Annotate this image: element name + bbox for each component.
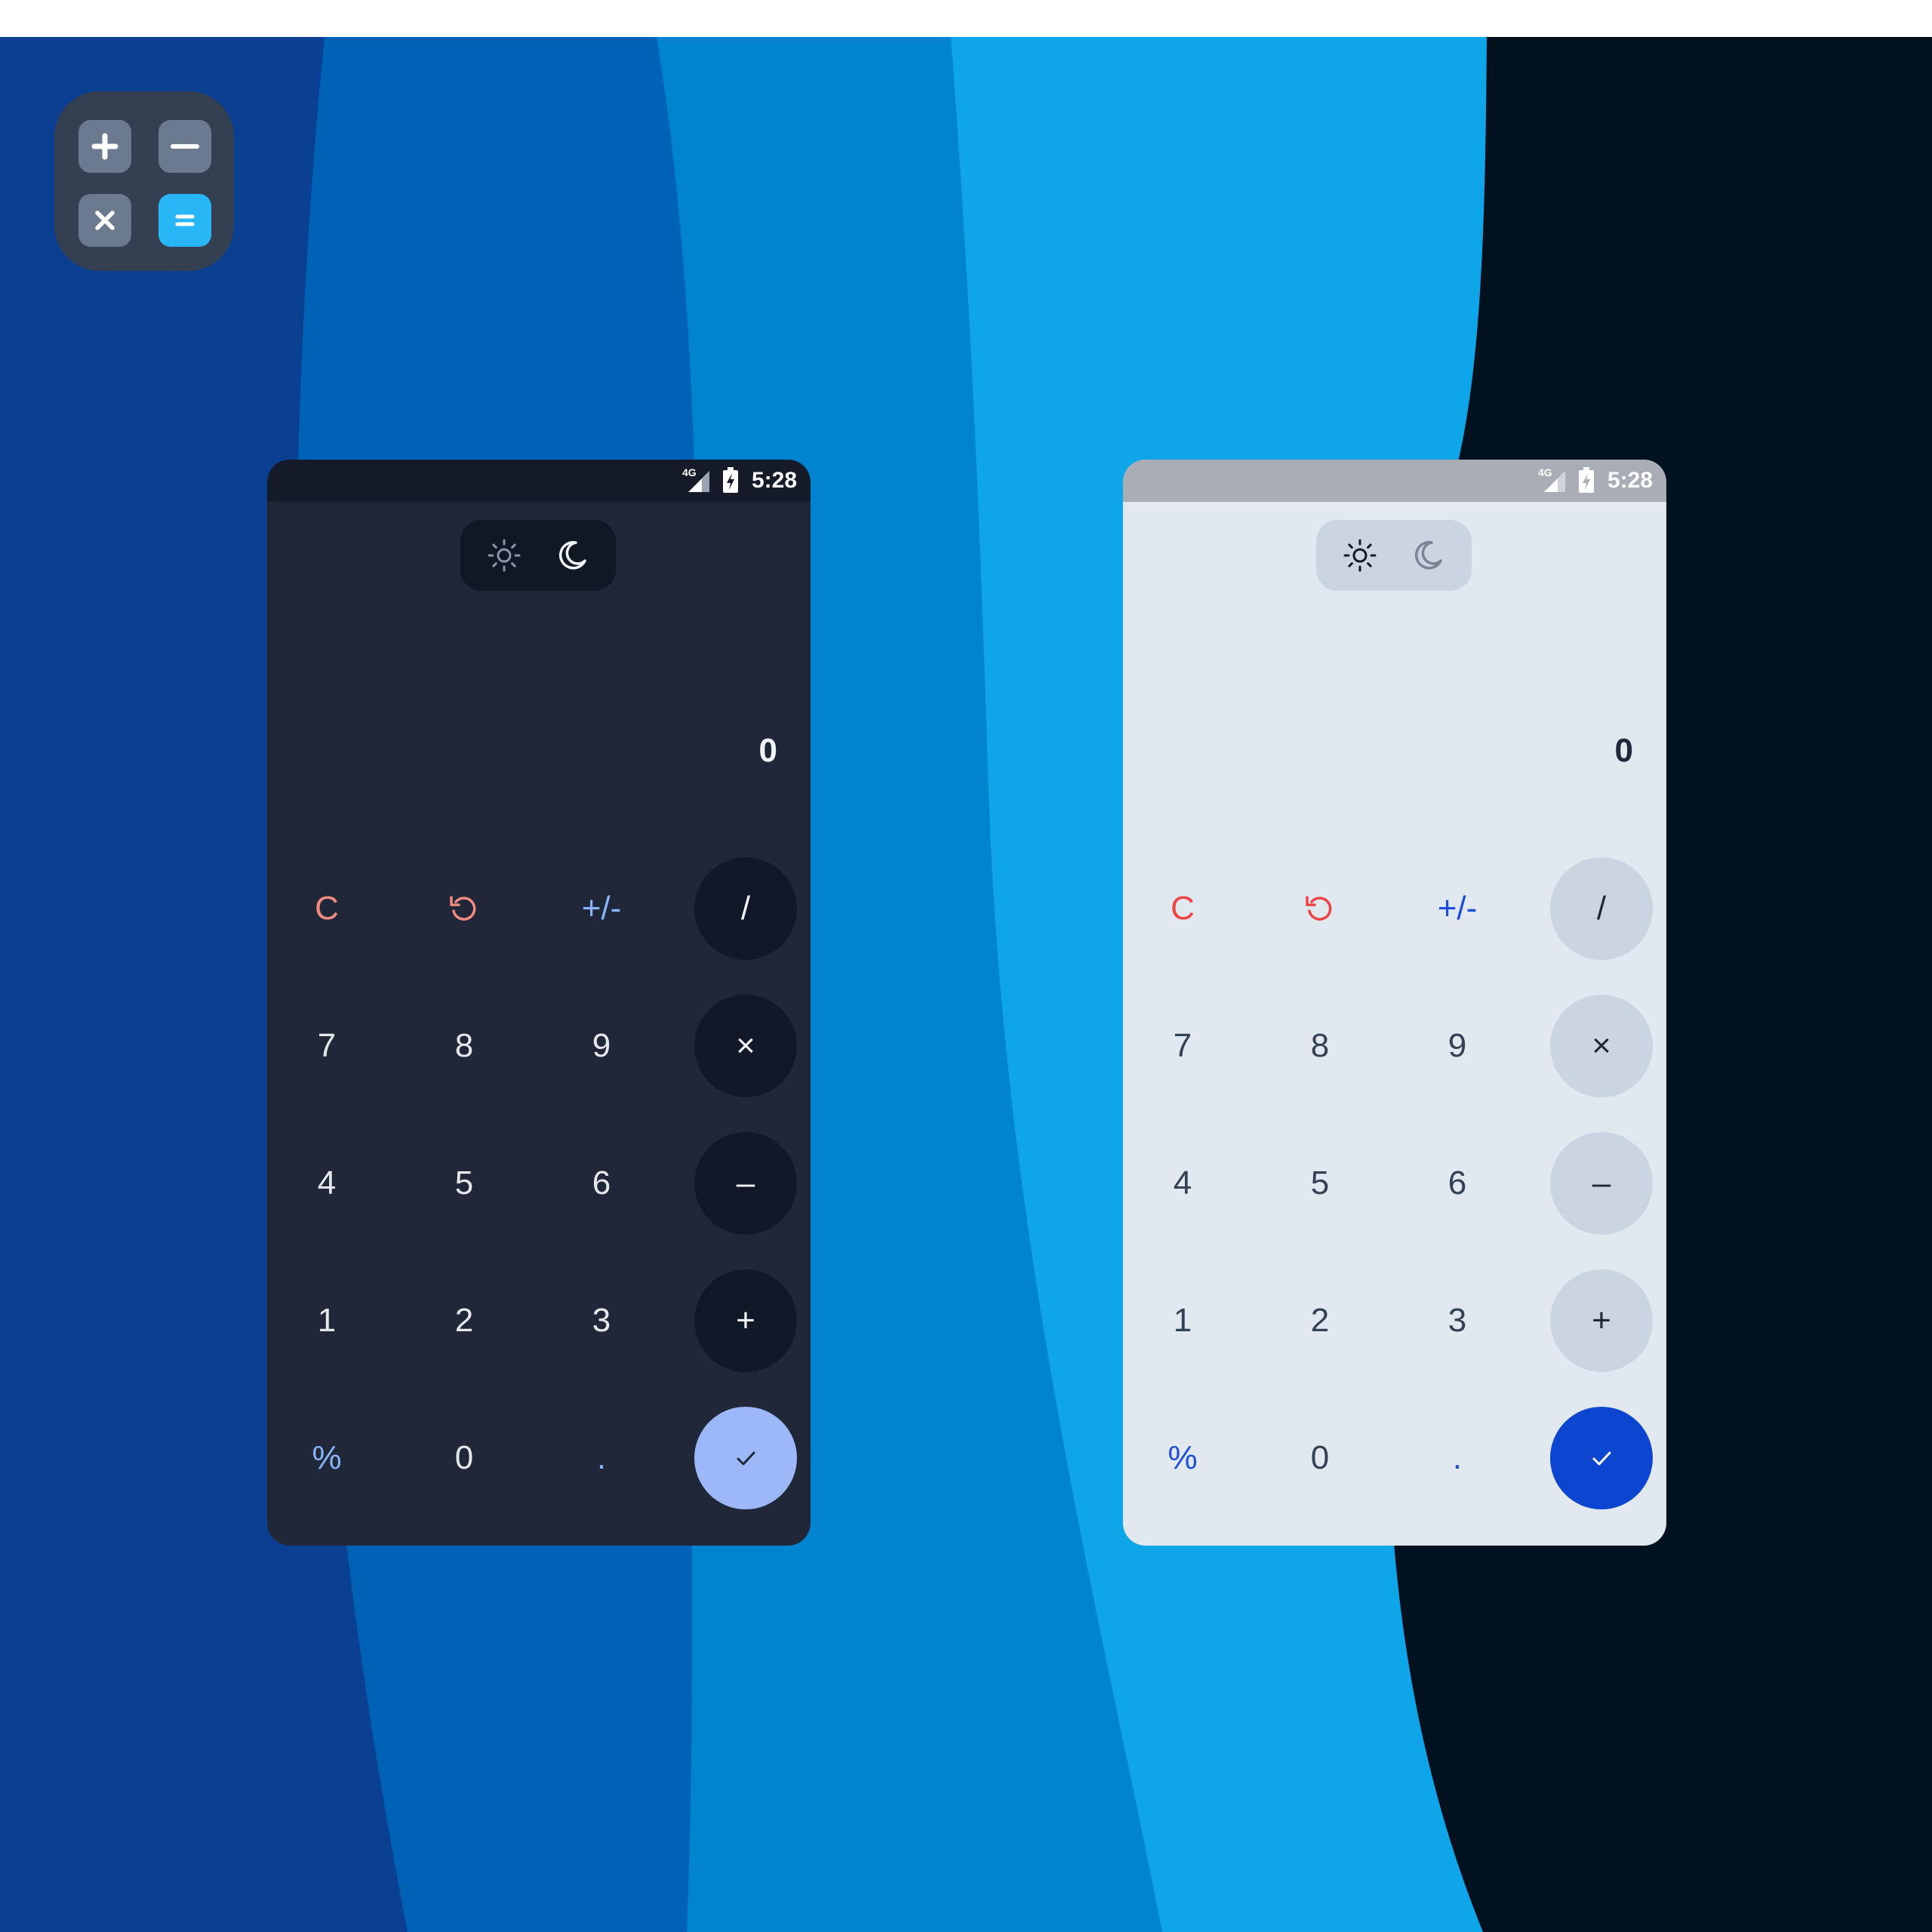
equals-icon	[175, 214, 195, 226]
dark-theme-calculator: 4G 5:28 0 C +/- / 7 8 9 × 4 5 6 – 1 2 3 …	[267, 460, 811, 1546]
app-icon-tile-multiply	[78, 194, 131, 247]
status-bar: 4G 5:28	[267, 460, 811, 502]
digit-6-button[interactable]: 6	[1406, 1132, 1509, 1235]
divide-button[interactable]: /	[1550, 857, 1653, 960]
undo-button[interactable]	[413, 857, 515, 960]
digit-7-button[interactable]: 7	[275, 995, 378, 1097]
undo-button[interactable]	[1269, 857, 1371, 960]
theme-toggle	[1316, 520, 1472, 591]
digit-9-button[interactable]: 9	[550, 995, 653, 1097]
undo-icon	[1306, 896, 1332, 921]
battery-charging-icon	[1578, 467, 1594, 493]
digit-8-button[interactable]: 8	[1269, 995, 1371, 1097]
status-time: 5:28	[1607, 468, 1653, 493]
minus-button[interactable]: –	[1550, 1132, 1653, 1235]
minus-icon	[171, 144, 199, 149]
equals-button[interactable]	[694, 1407, 797, 1509]
light-mode-button[interactable]	[1341, 537, 1379, 574]
digit-1-button[interactable]: 1	[1131, 1269, 1234, 1372]
minus-button[interactable]: –	[694, 1132, 797, 1235]
multiply-button[interactable]: ×	[1550, 995, 1653, 1097]
light-mode-button[interactable]	[485, 537, 523, 574]
dark-mode-button[interactable]	[1409, 537, 1447, 574]
network-indicator: 4G	[682, 466, 712, 494]
clear-button[interactable]: C	[275, 857, 378, 960]
digit-6-button[interactable]: 6	[550, 1132, 653, 1235]
signal-icon	[688, 471, 709, 492]
digit-0-button[interactable]: 0	[413, 1407, 515, 1509]
digit-7-button[interactable]: 7	[1131, 995, 1234, 1097]
result-display: 0	[1614, 732, 1633, 769]
digit-4-button[interactable]: 4	[1131, 1132, 1234, 1235]
multiply-icon	[95, 211, 115, 230]
percent-button[interactable]: %	[275, 1407, 378, 1509]
equals-button[interactable]	[1550, 1407, 1653, 1509]
check-icon	[1592, 1451, 1611, 1466]
battery-charging-icon	[722, 467, 738, 493]
app-icon-tile-plus	[78, 120, 131, 173]
keypad: C +/- / 7 8 9 × 4 5 6 – 1 2 3 + % 0 .	[267, 857, 811, 1546]
check-icon	[737, 1451, 755, 1466]
app-icon-tile-minus	[158, 120, 211, 173]
dark-mode-button[interactable]	[553, 537, 591, 574]
undo-icon	[450, 896, 476, 921]
status-time: 5:28	[751, 468, 797, 493]
sun-icon	[1343, 539, 1377, 572]
sign-toggle-button[interactable]: +/-	[1406, 857, 1509, 960]
multiply-button[interactable]: ×	[694, 995, 797, 1097]
percent-button[interactable]: %	[1131, 1407, 1234, 1509]
digit-0-button[interactable]: 0	[1269, 1407, 1371, 1509]
theme-toggle	[460, 520, 616, 591]
digit-8-button[interactable]: 8	[413, 995, 515, 1097]
app-icon-tile-equals	[158, 194, 211, 247]
decimal-button[interactable]: .	[550, 1407, 653, 1509]
result-display: 0	[758, 732, 777, 769]
digit-5-button[interactable]: 5	[413, 1132, 515, 1235]
digit-5-button[interactable]: 5	[1269, 1132, 1371, 1235]
digit-3-button[interactable]: 3	[1406, 1269, 1509, 1372]
signal-icon	[1543, 471, 1565, 492]
divide-button[interactable]: /	[694, 857, 797, 960]
moon-icon	[558, 540, 586, 570]
digit-3-button[interactable]: 3	[550, 1269, 653, 1372]
sign-toggle-button[interactable]: +/-	[550, 857, 653, 960]
digit-2-button[interactable]: 2	[1269, 1269, 1371, 1372]
digit-1-button[interactable]: 1	[275, 1269, 378, 1372]
plus-button[interactable]: +	[1550, 1269, 1653, 1372]
clear-button[interactable]: C	[1131, 857, 1234, 960]
digit-4-button[interactable]: 4	[275, 1132, 378, 1235]
network-indicator: 4G	[1538, 466, 1568, 494]
status-bar: 4G 5:28	[1123, 460, 1666, 502]
sun-icon	[488, 539, 521, 572]
decimal-button[interactable]: .	[1406, 1407, 1509, 1509]
moon-icon	[1414, 540, 1442, 570]
keypad: C +/- / 7 8 9 × 4 5 6 – 1 2 3 + % 0 .	[1123, 857, 1666, 1546]
light-theme-calculator: 4G 5:28 0 C +/- / 7 8 9 × 4 5 6 – 1 2 3 …	[1123, 460, 1666, 1546]
plus-button[interactable]: +	[694, 1269, 797, 1372]
plus-icon	[91, 133, 118, 160]
digit-2-button[interactable]: 2	[413, 1269, 515, 1372]
app-icon	[54, 91, 234, 271]
digit-9-button[interactable]: 9	[1406, 995, 1509, 1097]
